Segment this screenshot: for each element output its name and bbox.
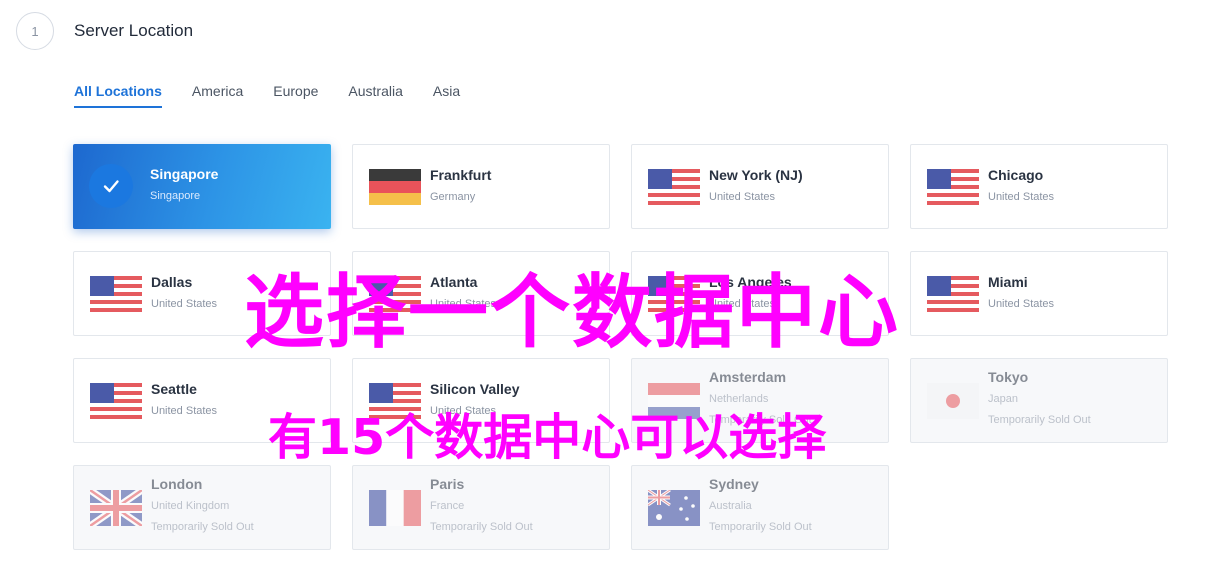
sold-out-status: Temporarily Sold Out [709,521,812,533]
location-country: United States [430,298,497,310]
sold-out-status: Temporarily Sold Out [151,521,254,533]
netherlands-flag-icon [648,383,700,419]
location-card-chicago[interactable]: Chicago United States [910,144,1168,229]
location-card-singapore[interactable]: Singapore Singapore [73,144,331,229]
step-number-badge: 1 [16,12,54,50]
tab-all-locations[interactable]: All Locations [74,83,162,108]
us-flag-icon [927,169,979,205]
location-name: Frankfurt [430,167,492,183]
location-card-atlanta[interactable]: Atlanta United States [352,251,610,336]
location-card-london[interactable]: London United Kingdom Temporarily Sold O… [73,465,331,550]
uk-flag-icon [90,490,142,526]
location-card-paris[interactable]: Paris France Temporarily Sold Out [352,465,610,550]
location-country: France [430,500,465,512]
location-country: United States [151,298,218,310]
tab-asia[interactable]: Asia [433,83,460,108]
location-card-tokyo[interactable]: Tokyo Japan Temporarily Sold Out [910,358,1168,443]
location-country: United States [988,298,1055,310]
location-name: Chicago [988,167,1044,183]
location-name: Los Angeles [709,274,792,290]
location-name: Atlanta [430,274,478,290]
location-name: Sydney [709,476,759,492]
location-card-silicon-valley[interactable]: Silicon Valley United States [352,358,610,443]
location-card-sydney[interactable]: Sydney Australia Temporarily Sold Out [631,465,889,550]
tab-america[interactable]: America [192,83,243,108]
region-tabs: All Locations America Europe Australia A… [74,83,490,108]
location-name: Dallas [151,274,193,290]
location-country: Netherlands [709,393,769,405]
location-country: United States [988,191,1055,203]
japan-flag-icon [927,383,979,419]
location-country: United Kingdom [151,500,230,512]
location-card-miami[interactable]: Miami United States [910,251,1168,336]
us-flag-icon [927,276,979,312]
location-country: Australia [709,500,752,512]
germany-flag-icon [369,169,421,205]
location-name: Silicon Valley [430,381,520,397]
us-flag-icon [90,383,142,419]
check-icon [89,164,133,208]
us-flag-icon [648,276,700,312]
us-flag-icon [369,383,421,419]
tab-europe[interactable]: Europe [273,83,318,108]
sold-out-status: Temporarily Sold Out [430,521,533,533]
location-country: United States [709,298,776,310]
location-country: United States [709,191,776,203]
us-flag-icon [90,276,142,312]
location-name: Seattle [151,381,197,397]
location-name: Amsterdam [709,369,787,385]
sold-out-status: Temporarily Sold Out [988,414,1091,426]
location-country: Germany [430,191,476,203]
location-country: United States [151,405,218,417]
location-name: Paris [430,476,465,492]
location-card-dallas[interactable]: Dallas United States [73,251,331,336]
location-name: New York (NJ) [709,167,803,183]
location-card-new-york[interactable]: New York (NJ) United States [631,144,889,229]
us-flag-icon [648,169,700,205]
location-card-amsterdam[interactable]: Amsterdam Netherlands Temporarily Sold O… [631,358,889,443]
location-country: United States [430,405,497,417]
location-name: Miami [988,274,1028,290]
australia-flag-icon [648,490,700,526]
sold-out-status: Temporarily Sold Out [709,414,812,426]
france-flag-icon [369,490,421,526]
location-card-los-angeles[interactable]: Los Angeles United States [631,251,889,336]
location-name: Singapore [150,166,219,182]
tab-australia[interactable]: Australia [348,83,402,108]
location-country: Japan [988,393,1018,405]
location-name: Tokyo [988,369,1029,385]
location-card-seattle[interactable]: Seattle United States [73,358,331,443]
location-name: London [151,476,203,492]
location-country: Singapore [150,190,201,202]
location-card-frankfurt[interactable]: Frankfurt Germany [352,144,610,229]
us-flag-icon [369,276,421,312]
section-title: Server Location [74,21,194,40]
